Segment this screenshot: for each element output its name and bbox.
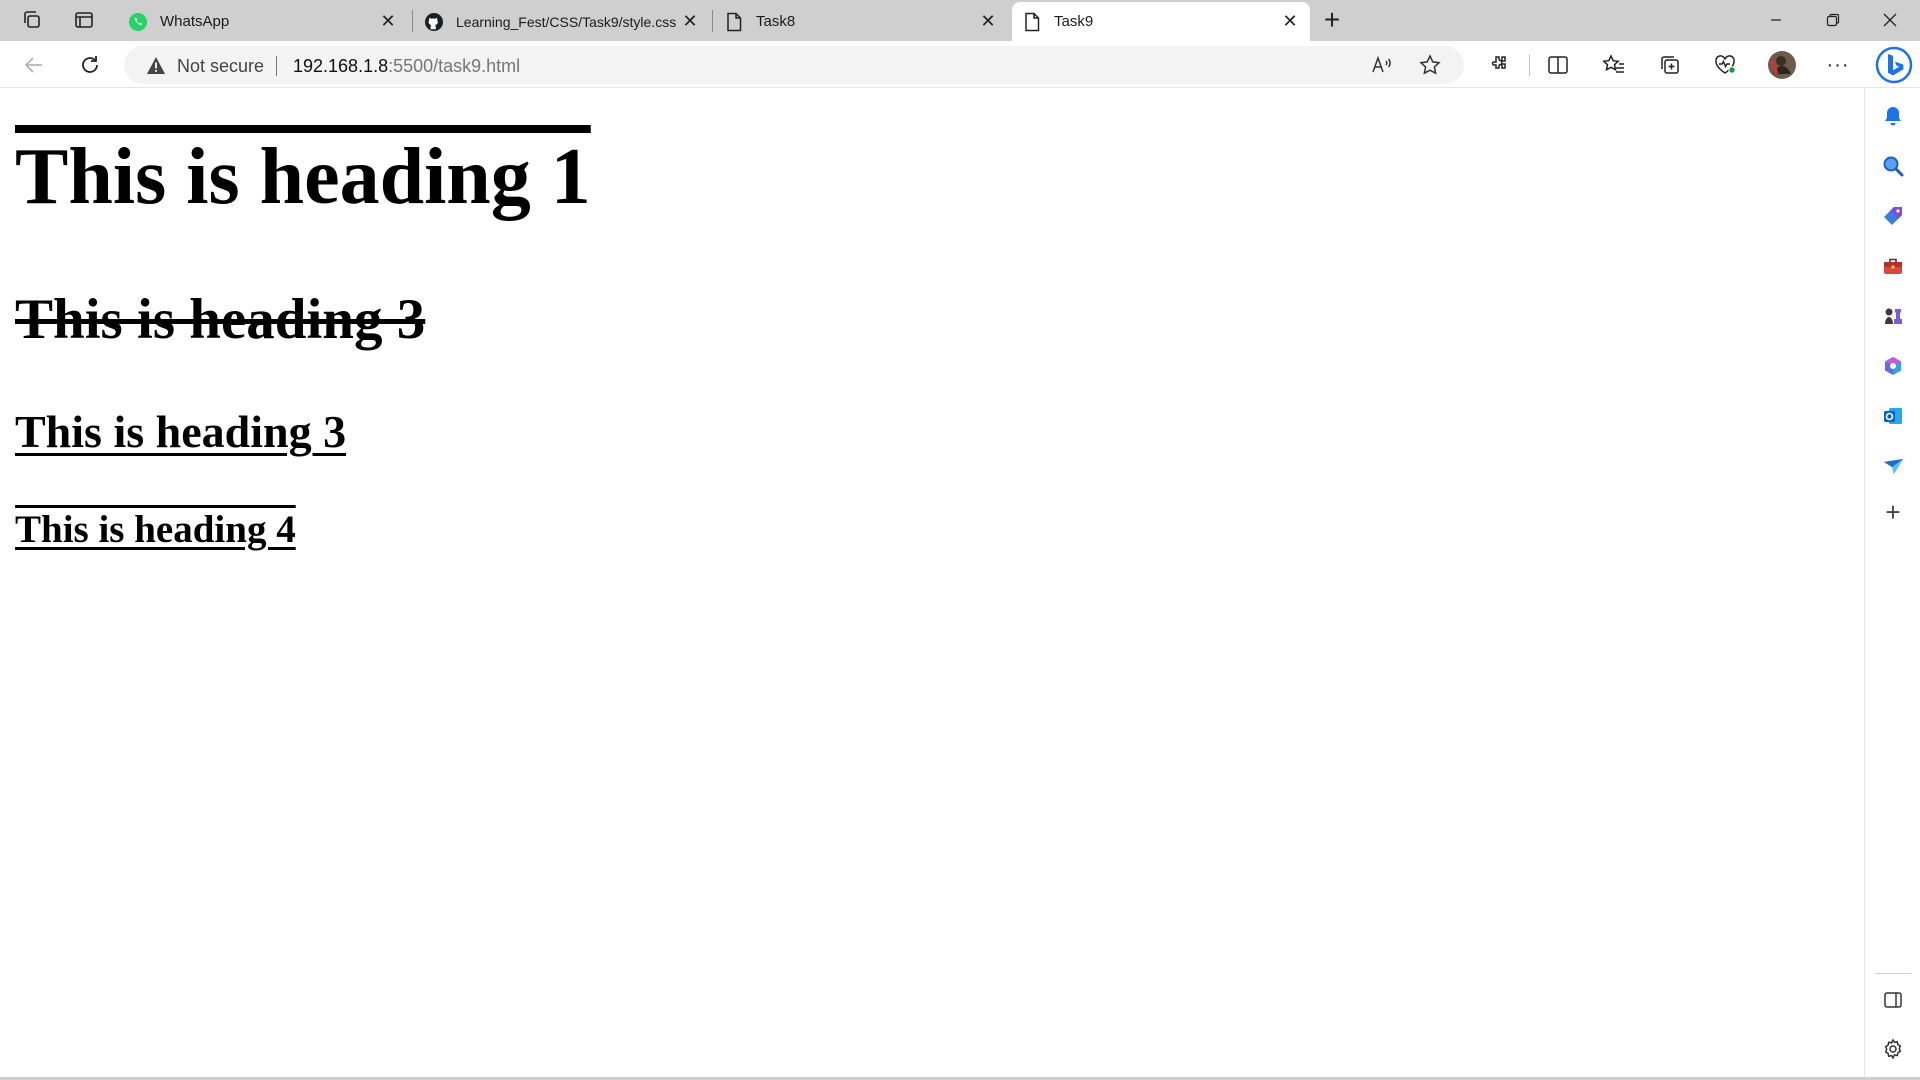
refresh-icon[interactable] (72, 47, 108, 83)
workspaces-icon[interactable] (14, 4, 50, 36)
new-tab-button[interactable]: + (1314, 4, 1350, 36)
page-icon (1022, 12, 1042, 32)
notifications-bell-icon[interactable] (1879, 102, 1907, 130)
minimize-icon[interactable] (1748, 0, 1804, 40)
more-options-icon[interactable]: ··· (1820, 47, 1856, 83)
tab-task9[interactable]: Task9 ✕ (1012, 2, 1310, 41)
add-sidebar-app-icon[interactable]: + (1879, 497, 1907, 527)
tab-github[interactable]: Learning_Fest/CSS/Task9/style.css ✕ (414, 2, 710, 41)
browser-toolbar: Not secure 192.168.1.8:5500/task9.html ·… (0, 41, 1920, 88)
split-screen-icon[interactable] (1540, 47, 1576, 83)
page-icon (724, 12, 744, 32)
address-divider (276, 56, 277, 76)
page-viewport: This is heading 1 This is heading 3 This… (6, 88, 1864, 1078)
games-chess-icon[interactable] (1879, 302, 1907, 330)
hide-sidebar-icon[interactable] (1879, 986, 1907, 1014)
tools-briefcase-icon[interactable] (1879, 252, 1907, 280)
toolbar-divider (1529, 54, 1530, 76)
heading-3-underline: This is heading 3 (15, 406, 347, 457)
restore-icon[interactable] (1805, 0, 1861, 40)
shopping-tag-icon[interactable] (1879, 202, 1907, 230)
profile-avatar[interactable] (1764, 47, 1800, 83)
search-icon[interactable] (1879, 152, 1907, 180)
edge-sidebar: + (1864, 88, 1920, 1078)
heading-1: This is heading 1 (15, 133, 591, 221)
tab-task8[interactable]: Task8 ✕ (714, 2, 1008, 41)
warning-icon[interactable] (146, 56, 166, 80)
heading-4: This is heading 4 (15, 508, 296, 551)
tab-title: WhatsApp (160, 13, 230, 30)
collections-icon[interactable] (1652, 47, 1688, 83)
url-text[interactable]: 192.168.1.8:5500/task9.html (293, 56, 520, 77)
favorites-icon[interactable] (1596, 47, 1632, 83)
settings-gear-icon[interactable] (1879, 1035, 1907, 1063)
tab-title: Learning_Fest/CSS/Task9/style.css (456, 13, 677, 30)
whatsapp-icon (128, 12, 148, 32)
favorite-star-icon[interactable] (1413, 48, 1447, 82)
extensions-icon[interactable] (1481, 47, 1517, 83)
outlook-icon[interactable] (1879, 402, 1907, 430)
tab-title: Task8 (756, 13, 796, 30)
microsoft-365-icon[interactable] (1879, 352, 1907, 380)
tab-strip: WhatsApp ✕ Learning_Fest/CSS/Task9/style… (0, 0, 1920, 41)
url-path: :5500/task9.html (388, 56, 521, 76)
close-icon[interactable]: ✕ (1280, 11, 1300, 32)
address-bar[interactable]: Not secure 192.168.1.8:5500/task9.html (124, 46, 1464, 84)
tab-separator (712, 10, 713, 32)
read-aloud-icon[interactable] (1365, 48, 1399, 82)
drop-send-icon[interactable] (1879, 452, 1907, 480)
security-label[interactable]: Not secure (177, 56, 264, 77)
back-icon[interactable] (16, 47, 52, 83)
bing-chat-icon[interactable] (1873, 44, 1915, 86)
url-host: 192.168.1.8 (293, 56, 389, 76)
close-icon[interactable]: ✕ (378, 11, 398, 32)
tab-separator (412, 10, 413, 32)
sidebar-divider (1875, 973, 1911, 974)
heading-3-strikethrough: This is heading 3 (15, 288, 426, 351)
tab-actions-icon[interactable] (66, 4, 102, 36)
close-window-icon[interactable] (1862, 0, 1918, 40)
tab-whatsapp[interactable]: WhatsApp ✕ (118, 2, 408, 41)
github-icon (424, 12, 444, 32)
tab-title: Task9 (1054, 13, 1094, 30)
close-icon[interactable]: ✕ (680, 11, 700, 32)
close-icon[interactable]: ✕ (978, 11, 998, 32)
browser-essentials-icon[interactable] (1707, 47, 1743, 83)
